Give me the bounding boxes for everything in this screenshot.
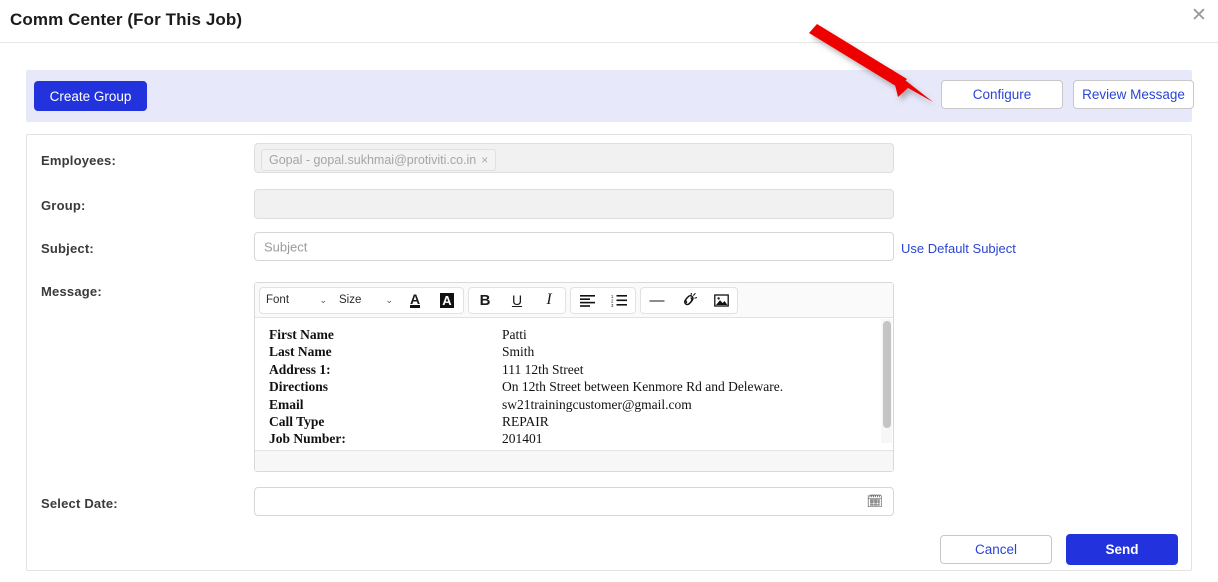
use-default-subject-link[interactable]: Use Default Subject bbox=[901, 241, 1016, 256]
font-style-group: Font ⌄ Size ⌄ A A bbox=[259, 286, 464, 314]
font-family-select[interactable]: Font ⌄ bbox=[260, 288, 333, 313]
group-input[interactable] bbox=[254, 189, 894, 219]
paragraph-group: 1 2 3 bbox=[570, 286, 636, 314]
message-editor: Font ⌄ Size ⌄ A A B U I 1 2 3 — First Na… bbox=[254, 282, 894, 472]
align-left-icon[interactable] bbox=[571, 288, 603, 313]
image-icon[interactable] bbox=[705, 288, 737, 313]
message-value: 201401 bbox=[502, 431, 543, 443]
employee-chip: Gopal - gopal.sukhmai@protiviti.co.in × bbox=[261, 149, 497, 171]
subject-label: Subject: bbox=[41, 241, 94, 256]
review-message-button[interactable]: Review Message bbox=[1073, 80, 1194, 109]
comm-center-dialog: Comm Center (For This Job) ✕ Create Grou… bbox=[0, 0, 1218, 582]
employee-chip-label: Gopal - gopal.sukhmai@protiviti.co.in bbox=[269, 153, 477, 167]
underline-icon[interactable]: U bbox=[501, 288, 533, 313]
align-left-glyph bbox=[579, 294, 595, 307]
editor-toolbar: Font ⌄ Size ⌄ A A B U I 1 2 3 — bbox=[255, 283, 893, 318]
chevron-down-icon: ⌄ bbox=[385, 294, 393, 305]
message-line: Call Type REPAIR bbox=[269, 413, 883, 430]
font-size-label: Size bbox=[339, 294, 362, 306]
message-line: Job Number: 201401 bbox=[269, 430, 883, 443]
subject-input[interactable]: Subject bbox=[254, 232, 894, 261]
editor-status-bar bbox=[255, 450, 893, 471]
message-value: On 12th Street between Kenmore Rd and De… bbox=[502, 379, 784, 395]
unlink-icon[interactable] bbox=[673, 288, 705, 313]
bold-glyph: B bbox=[479, 291, 491, 309]
page-title: Comm Center (For This Job) bbox=[10, 10, 243, 29]
message-line: Directions On 12th Street between Kenmor… bbox=[269, 378, 883, 395]
calendar-icon[interactable]: 🗓 bbox=[866, 494, 883, 509]
cancel-button[interactable]: Cancel bbox=[940, 535, 1052, 564]
message-label: Message: bbox=[41, 284, 102, 299]
italic-icon[interactable]: I bbox=[533, 288, 565, 313]
close-icon[interactable]: ✕ bbox=[1186, 2, 1212, 28]
image-glyph bbox=[713, 293, 729, 307]
chevron-down-icon: ⌄ bbox=[319, 294, 327, 305]
italic-glyph: I bbox=[546, 291, 552, 308]
employee-chip-remove-icon[interactable]: × bbox=[481, 153, 488, 167]
editor-scrollbar-thumb[interactable] bbox=[883, 321, 891, 428]
font-size-select[interactable]: Size ⌄ bbox=[333, 288, 399, 313]
font-color-glyph: A bbox=[409, 290, 421, 308]
highlight-glyph: A bbox=[440, 292, 454, 308]
font-color-icon[interactable]: A bbox=[399, 288, 431, 313]
message-value: sw21trainingcustomer@gmail.com bbox=[502, 396, 692, 412]
employees-input[interactable]: Gopal - gopal.sukhmai@protiviti.co.in × bbox=[254, 143, 894, 173]
subject-placeholder: Subject bbox=[264, 239, 308, 254]
insert-group: — bbox=[640, 286, 738, 314]
highlight-color-icon[interactable]: A bbox=[431, 288, 463, 313]
configure-button[interactable]: Configure bbox=[941, 80, 1063, 109]
horizontal-rule-glyph: — bbox=[649, 291, 665, 309]
select-date-label: Select Date: bbox=[41, 496, 118, 511]
message-key: Call Type bbox=[269, 414, 325, 430]
message-key: First Name bbox=[269, 327, 334, 342]
message-line: Email sw21trainingcustomer@gmail.com bbox=[269, 396, 883, 413]
message-key: Address 1: bbox=[269, 361, 331, 377]
message-key: Directions bbox=[269, 379, 328, 395]
message-value: 111 12th Street bbox=[502, 361, 584, 377]
message-key: Email bbox=[269, 396, 304, 412]
bold-icon[interactable]: B bbox=[469, 288, 501, 313]
svg-text:3: 3 bbox=[611, 303, 614, 307]
employees-label: Employees: bbox=[41, 153, 116, 168]
dialog-header: Comm Center (For This Job) ✕ bbox=[0, 0, 1218, 43]
ordered-list-glyph: 1 2 3 bbox=[611, 294, 627, 307]
message-body[interactable]: First Name Patti Last Name Smith Address… bbox=[255, 318, 893, 443]
message-line: First Name Patti bbox=[269, 326, 883, 343]
horizontal-rule-icon[interactable]: — bbox=[641, 288, 673, 313]
unlink-glyph bbox=[684, 293, 697, 306]
select-date-input[interactable]: 🗓 bbox=[254, 487, 894, 516]
group-label: Group: bbox=[41, 198, 86, 213]
create-group-button[interactable]: Create Group bbox=[34, 81, 147, 111]
message-value: Patti bbox=[502, 327, 527, 342]
message-line: Last Name Smith bbox=[269, 343, 883, 360]
text-format-group: B U I bbox=[468, 286, 566, 314]
form-card: Employees: Gopal - gopal.sukhmai@protivi… bbox=[26, 134, 1192, 571]
message-value: Smith bbox=[502, 344, 535, 360]
message-key: Last Name bbox=[269, 344, 332, 360]
ordered-list-icon[interactable]: 1 2 3 bbox=[603, 288, 635, 313]
message-line: Address 1: 111 12th Street bbox=[269, 361, 883, 378]
action-bar: Create Group Configure Review Message bbox=[26, 70, 1194, 122]
message-key: Job Number: bbox=[269, 431, 346, 443]
message-value: REPAIR bbox=[502, 414, 549, 430]
font-family-label: Font bbox=[266, 294, 290, 306]
underline-glyph: U bbox=[511, 292, 523, 308]
send-button[interactable]: Send bbox=[1066, 534, 1178, 565]
